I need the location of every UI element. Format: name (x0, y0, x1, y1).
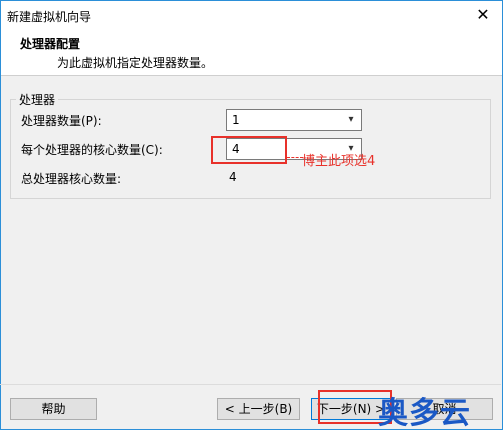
watermark-logo: 奥多云 (378, 396, 471, 431)
button-bar-separator (0, 384, 501, 385)
chevron-down-icon: ▾ (348, 114, 354, 125)
annotation-highlight-box (211, 136, 287, 164)
annotation-text: 博主此项选4 (302, 154, 376, 169)
wizard-window: 新建虚拟机向导 ✕ 处理器配置 为此虚拟机指定处理器数量。 (0, 0, 503, 430)
total-cores-label: 总处理器核心数量: (21, 172, 122, 186)
help-button[interactable]: 帮助 (10, 398, 97, 420)
processor-count-label: 处理器数量(P): (21, 114, 102, 128)
back-button[interactable]: < 上一步(B) (217, 398, 300, 420)
annotation-leader-line (287, 157, 303, 158)
page-subtitle: 为此虚拟机指定处理器数量。 (57, 56, 214, 70)
page-title: 处理器配置 (20, 37, 81, 51)
processor-group-legend: 处理器 (16, 91, 59, 108)
processor-count-value: 1 (232, 113, 240, 127)
total-cores-value: 4 (229, 170, 237, 184)
window-title: 新建虚拟机向导 (7, 10, 92, 24)
title-bar: 新建虚拟机向导 ✕ (1, 1, 502, 30)
cores-per-processor-label: 每个处理器的核心数量(C): (21, 143, 163, 157)
wizard-header: 处理器配置 为此虚拟机指定处理器数量。 (1, 30, 502, 76)
close-icon[interactable]: ✕ (470, 3, 496, 27)
processor-count-select[interactable]: 1 ▾ (226, 109, 362, 131)
